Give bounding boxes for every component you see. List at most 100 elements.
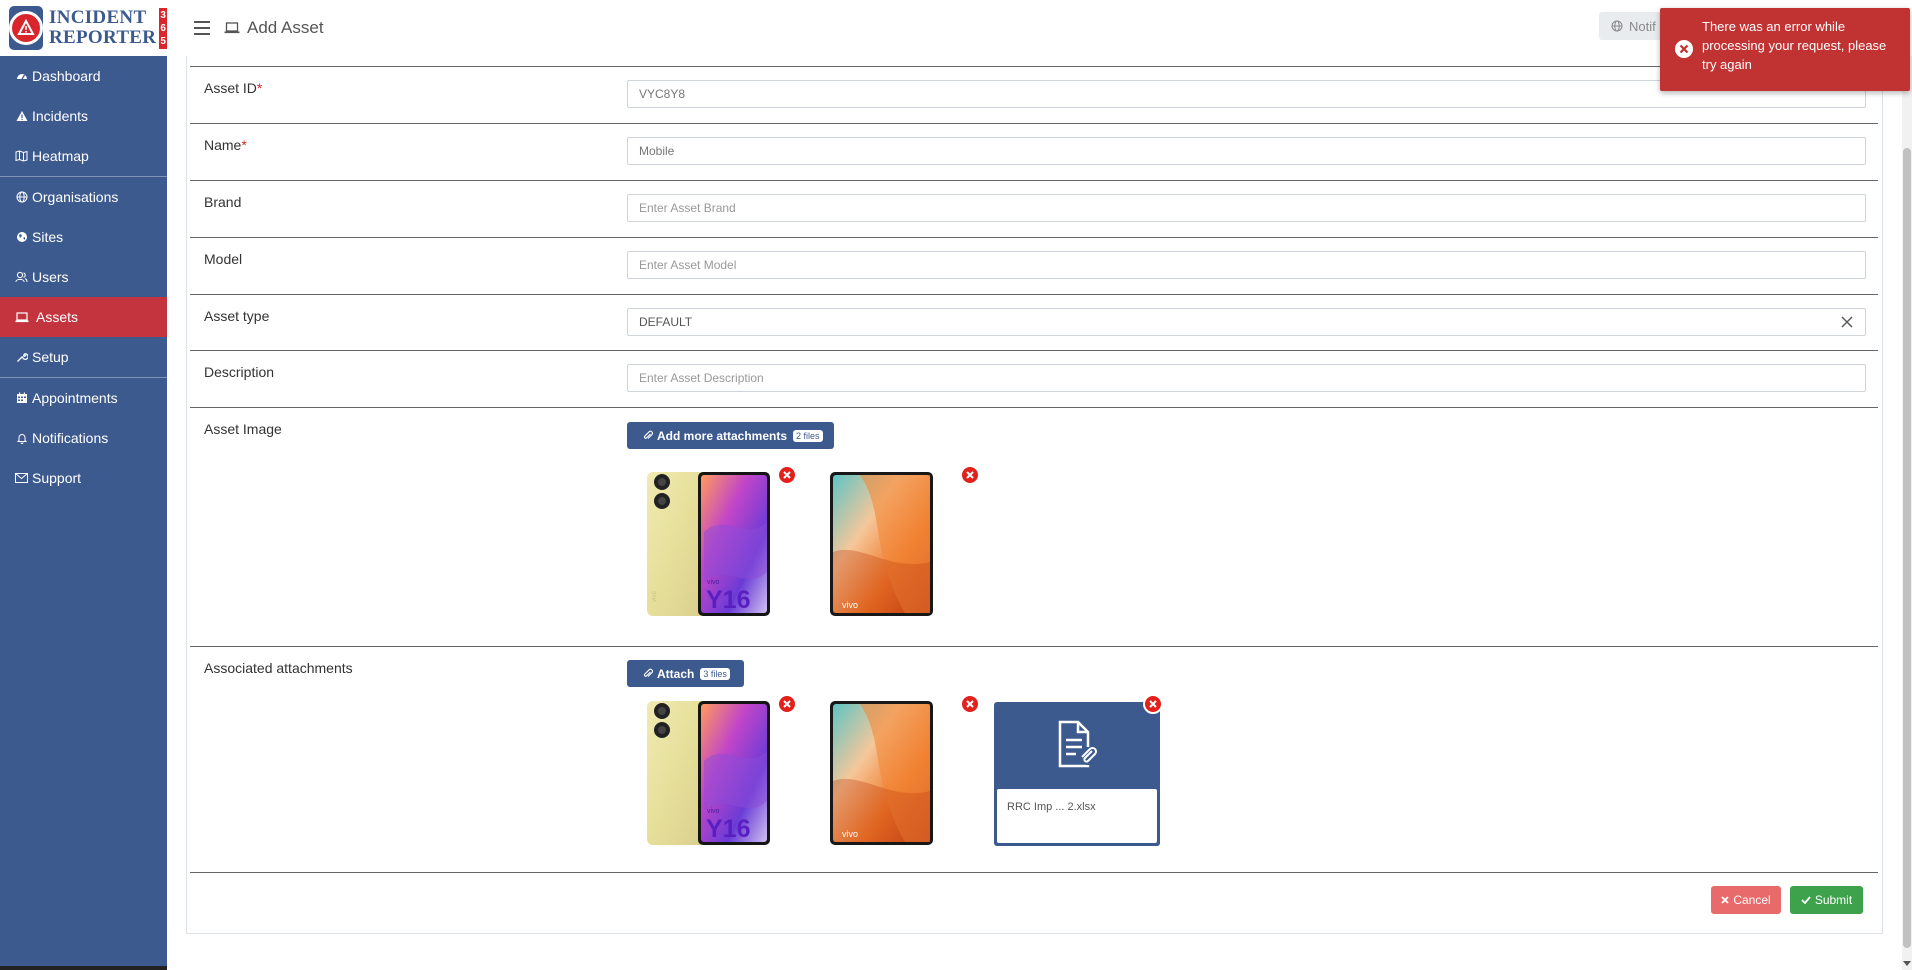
- paperclip-icon: [643, 430, 653, 441]
- sidebar-item-label: Dashboard: [32, 68, 101, 84]
- asset-type-label: Asset type: [204, 308, 270, 324]
- toast-message: There was an error while processing your…: [1702, 19, 1887, 72]
- brand-input[interactable]: Enter Asset Brand: [627, 194, 1866, 222]
- sidebar: INCIDENT REPORTER 365 Dashboard Incident…: [0, 0, 167, 970]
- sidebar-item-label: Heatmap: [32, 148, 89, 164]
- logo-badge: 365: [159, 7, 167, 49]
- remove-attachment-button[interactable]: [960, 694, 980, 714]
- app-logo[interactable]: INCIDENT REPORTER 365: [0, 0, 167, 56]
- model-row: Model Enter Asset Model: [190, 237, 1878, 294]
- sidebar-item-users[interactable]: Users: [0, 257, 167, 297]
- sidebar-item-notifications[interactable]: Notifications: [0, 418, 167, 458]
- envelope-icon: [14, 471, 29, 486]
- page-title-text: Add Asset: [247, 18, 324, 37]
- logo-line2: REPORTER: [49, 27, 157, 48]
- sidebar-item-label: Users: [32, 269, 69, 285]
- page-scrollbar[interactable]: [1902, 56, 1912, 970]
- asset-type-row: Asset type DEFAULT: [190, 294, 1878, 350]
- error-icon: [1675, 40, 1693, 58]
- remove-image-button[interactable]: [777, 465, 797, 485]
- logo-line1: INCIDENT: [49, 7, 147, 28]
- check-icon: [1801, 896, 1811, 904]
- wrench-icon: [14, 350, 29, 365]
- logo-mark-icon: [9, 6, 43, 50]
- sidebar-item-label: Organisations: [32, 189, 119, 205]
- sidebar-item-dashboard[interactable]: Dashboard: [0, 56, 167, 96]
- error-toast[interactable]: There was an error while processing your…: [1660, 8, 1910, 91]
- map-icon: [14, 149, 29, 164]
- paperclip-icon: [643, 668, 653, 679]
- document-attachment[interactable]: RRC Imp ... 2.xlsx: [994, 702, 1160, 846]
- cancel-button[interactable]: Cancel: [1711, 886, 1781, 914]
- svg-text:vivo: vivo: [842, 600, 858, 610]
- asset-image-row: Asset Image Add more attachments 2 files…: [190, 407, 1878, 646]
- name-input[interactable]: Mobile: [627, 137, 1866, 165]
- sidebar-bottom-bar: [0, 966, 167, 970]
- svg-text:vivo: vivo: [842, 829, 858, 839]
- sidebar-item-label: Support: [32, 470, 82, 486]
- notifications-label: Notif: [1629, 18, 1656, 34]
- phone-image-vivo-orange: vivo: [830, 472, 954, 616]
- close-icon: [783, 700, 791, 708]
- page-title: Add Asset: [224, 18, 324, 38]
- file-count-badge: 2 files: [793, 429, 823, 442]
- sidebar-item-setup[interactable]: Setup: [0, 337, 167, 377]
- remove-attachment-button[interactable]: [1143, 694, 1163, 714]
- phone-image-vivo-y16: vivo vivo Y16: [646, 472, 770, 616]
- scrollbar-thumb[interactable]: [1903, 148, 1911, 948]
- sidebar-item-incidents[interactable]: Incidents: [0, 96, 167, 136]
- remove-image-button[interactable]: [960, 465, 980, 485]
- sidebar-item-support[interactable]: Support: [0, 458, 167, 498]
- submit-label: Submit: [1814, 893, 1853, 907]
- sidebar-item-assets[interactable]: Assets: [0, 297, 167, 337]
- description-label: Description: [204, 364, 275, 380]
- model-input[interactable]: Enter Asset Model: [627, 251, 1866, 279]
- add-more-attachments-button[interactable]: Add more attachments 2 files: [627, 422, 834, 449]
- asset-image-label: Asset Image: [204, 421, 282, 437]
- laptop-icon: [224, 22, 240, 34]
- sidebar-item-heatmap[interactable]: Heatmap: [0, 136, 167, 176]
- clear-selection-icon[interactable]: [1841, 316, 1853, 328]
- scroll-down-arrow-icon[interactable]: [1903, 961, 1911, 966]
- users-icon: [14, 270, 29, 285]
- sidebar-item-label: Incidents: [32, 108, 89, 124]
- bell-icon: [14, 431, 29, 446]
- model-label: Model: [204, 251, 243, 267]
- dashboard-icon: [14, 69, 29, 84]
- sidebar-item-label: Appointments: [32, 390, 118, 406]
- close-icon: [1721, 896, 1729, 904]
- globe-icon: [1611, 20, 1623, 32]
- sidebar-item-label: Sites: [32, 229, 64, 245]
- description-row: Description Enter Asset Description: [190, 350, 1878, 407]
- add-asset-form: Asset ID* VYC8Y8 Name* Mobile Brand Ente…: [186, 56, 1883, 934]
- description-input[interactable]: Enter Asset Description: [627, 364, 1866, 392]
- required-mark: *: [256, 80, 263, 96]
- phone-image-vivo-orange: vivo: [830, 701, 954, 845]
- menu-toggle-icon[interactable]: [194, 21, 210, 35]
- asset-type-select[interactable]: DEFAULT: [627, 308, 1866, 336]
- sidebar-item-label: Assets: [36, 309, 79, 325]
- sidebar-item-sites[interactable]: Sites: [0, 217, 167, 257]
- attach-button[interactable]: Attach 3 files: [627, 660, 744, 687]
- brand-row: Brand Enter Asset Brand: [190, 180, 1878, 237]
- sidebar-item-label: Setup: [32, 349, 69, 365]
- document-attachment-icon: [1058, 720, 1098, 768]
- asset-id-label: Asset ID*: [204, 80, 263, 96]
- calendar-icon: [14, 391, 29, 406]
- button-label: Add more attachments: [657, 428, 788, 443]
- top-bar: Add Asset Notif: [167, 0, 1912, 56]
- sidebar-item-organisations[interactable]: Organisations: [0, 177, 167, 217]
- sidebar-item-appointments[interactable]: Appointments: [0, 378, 167, 418]
- svg-text:vivo: vivo: [652, 591, 658, 602]
- submit-button[interactable]: Submit: [1790, 886, 1863, 914]
- associated-attachments-row: Associated attachments Attach 3 files vi…: [190, 646, 1878, 872]
- sidebar-item-label: Notifications: [32, 430, 109, 446]
- remove-attachment-button[interactable]: [777, 694, 797, 714]
- cancel-label: Cancel: [1733, 893, 1771, 907]
- svg-text:vivo: vivo: [707, 579, 720, 586]
- globe-icon: [14, 190, 29, 205]
- required-mark: *: [241, 137, 247, 153]
- name-label: Name*: [204, 137, 247, 153]
- close-icon: [1149, 700, 1157, 708]
- brand-label: Brand: [204, 194, 242, 210]
